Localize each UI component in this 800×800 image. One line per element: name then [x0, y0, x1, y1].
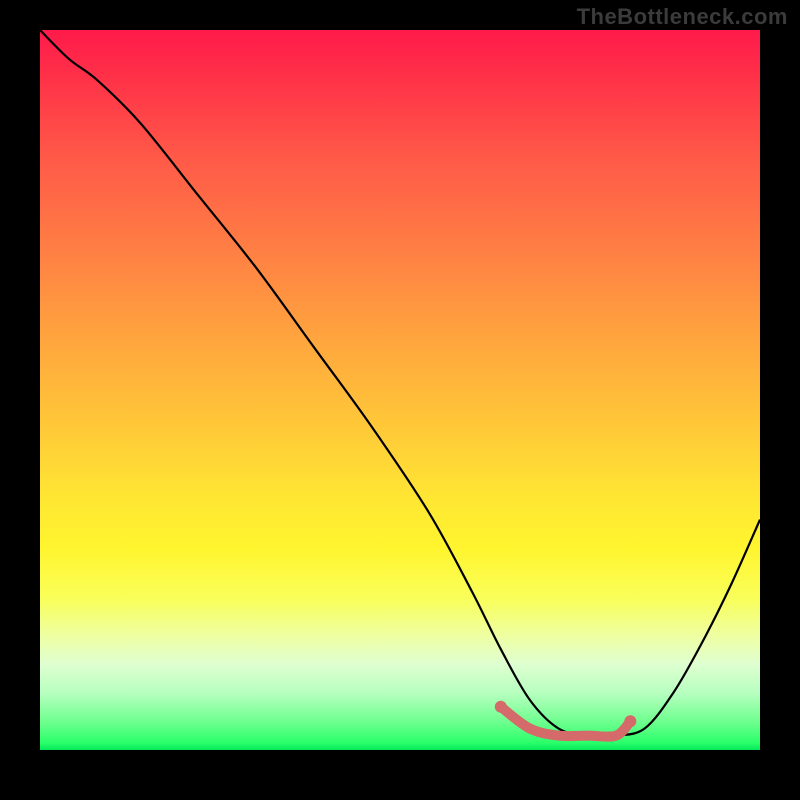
chart-area: [40, 30, 760, 750]
watermark-text: TheBottleneck.com: [577, 4, 788, 30]
sweet-spot-end-dot-right: [624, 715, 636, 727]
bottleneck-curve-line: [40, 30, 760, 737]
bottleneck-curve-svg: [40, 30, 760, 750]
sweet-spot-end-dot-left: [495, 701, 507, 713]
sweet-spot-highlight: [501, 707, 631, 737]
